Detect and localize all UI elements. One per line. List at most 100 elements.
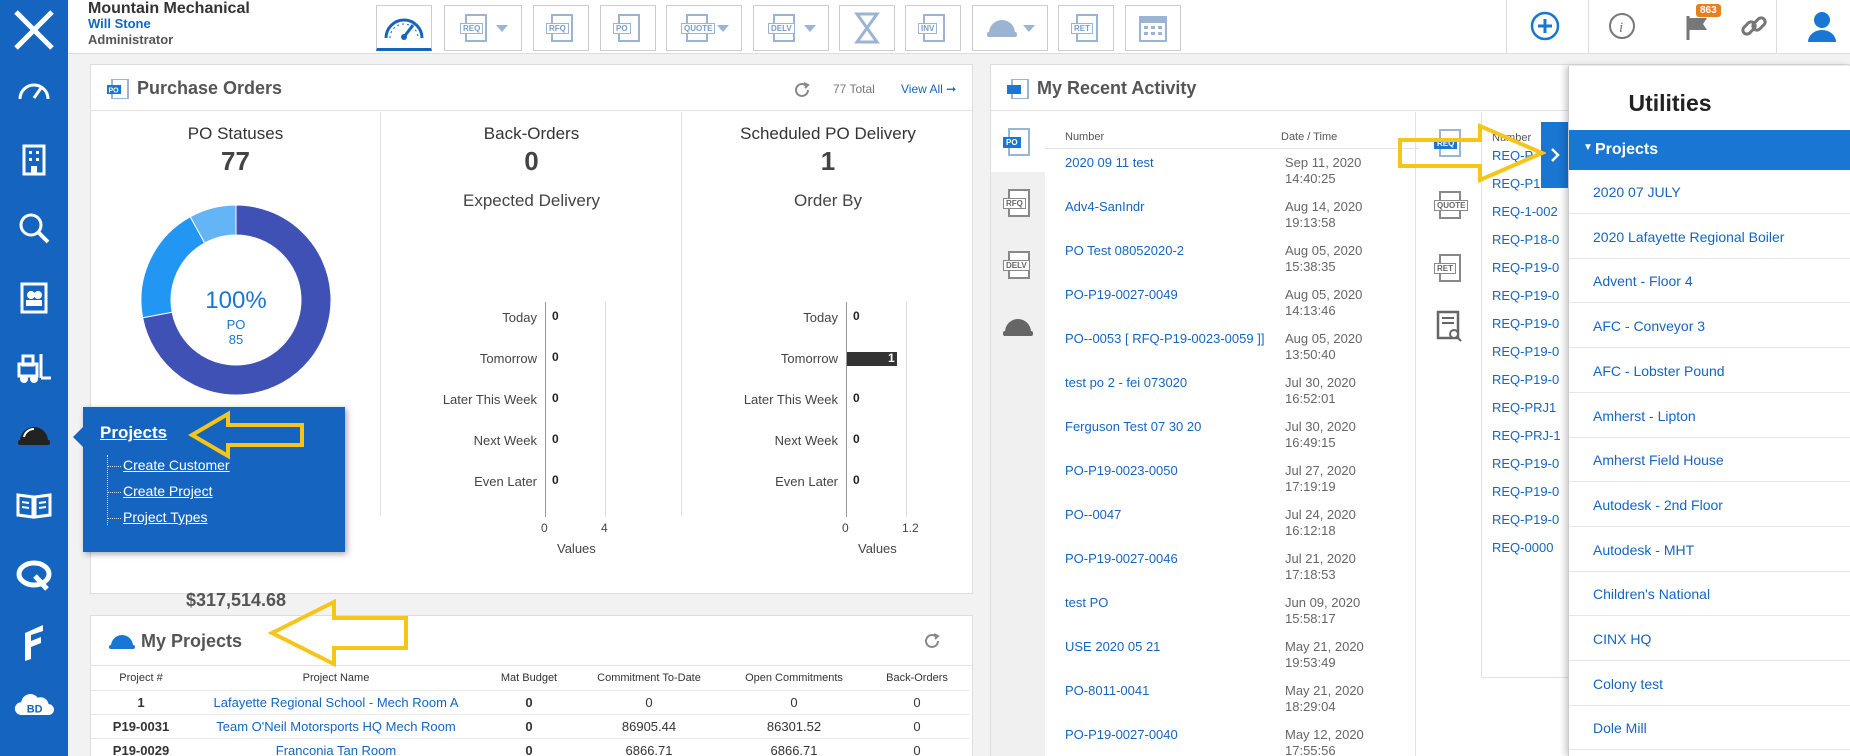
delv-button[interactable]: DELV: [753, 5, 829, 51]
tab-ret[interactable]: RET: [1427, 245, 1471, 291]
popup-projects-link[interactable]: Projects: [100, 423, 167, 443]
utilities-project-item[interactable]: Children's National: [1569, 572, 1850, 617]
info-button[interactable]: i: [1600, 4, 1644, 48]
link-icon: [1741, 16, 1767, 36]
table-row[interactable]: P19-0029 Franconia Tan Room 0 6866.71 68…: [91, 738, 969, 756]
refresh-icon[interactable]: [793, 81, 811, 104]
req-number-link[interactable]: REQ-P19-0: [1492, 316, 1559, 331]
req-number-link[interactable]: REQ-PRJ-1: [1492, 428, 1561, 443]
activity-number-link[interactable]: 2020 09 11 test: [1065, 155, 1265, 171]
utilities-project-item[interactable]: Amherst - Lipton: [1569, 394, 1850, 438]
user-avatar-button[interactable]: [1800, 4, 1844, 48]
projects-button[interactable]: [972, 5, 1048, 51]
activity-time: 17:19:19: [1285, 479, 1336, 494]
activity-number-link[interactable]: PO-8011-0041: [1065, 683, 1265, 699]
dashboard-icon[interactable]: [14, 70, 54, 110]
bar-category-label: Tomorrow: [780, 351, 838, 366]
utilities-project-item[interactable]: AFC - Lobster Pound: [1569, 349, 1850, 393]
contacts-icon[interactable]: [14, 278, 54, 318]
utilities-project-item[interactable]: Advent - Floor 4: [1569, 259, 1850, 304]
activity-date: Sep 11, 2020: [1285, 155, 1362, 170]
activity-number-link[interactable]: Adv4-SanIndr: [1065, 199, 1265, 215]
req-number-link[interactable]: REQ-P19-0: [1492, 372, 1559, 387]
back-orders-count: 0: [524, 146, 539, 176]
projects-section-header[interactable]: ▼ Projects: [1569, 130, 1850, 170]
tab-rfq[interactable]: RFQ: [991, 172, 1045, 234]
inv-button[interactable]: INV: [905, 5, 961, 51]
chevron-down-icon[interactable]: [496, 24, 508, 32]
tab-projects[interactable]: [991, 296, 1045, 358]
activity-number-link[interactable]: PO--0053 [ RFQ-P19-0023-0059 ]]: [1065, 331, 1265, 347]
activity-number-link[interactable]: Ferguson Test 07 30 20: [1065, 419, 1265, 435]
req-number-link[interactable]: REQ-P19-0: [1492, 344, 1559, 359]
activity-number-link[interactable]: PO--0047: [1065, 507, 1265, 523]
utilities-project-item[interactable]: 2020 Lafayette Regional Boiler: [1569, 215, 1850, 259]
table-row[interactable]: P19-0031 Team O'Neil Motorsports HQ Mech…: [91, 714, 969, 738]
utilities-project-item[interactable]: Autodesk - 2nd Floor: [1569, 483, 1850, 527]
chevron-down-icon[interactable]: [717, 24, 729, 32]
refresh-icon[interactable]: [923, 632, 941, 655]
utilities-project-item[interactable]: Amherst Field House: [1569, 438, 1850, 483]
user-role: Administrator: [88, 32, 174, 47]
hourglass-button[interactable]: [839, 5, 895, 51]
activity-number-link[interactable]: PO-P19-0027-0040: [1065, 727, 1265, 743]
book-icon[interactable]: [14, 485, 54, 525]
activity-number-link[interactable]: test po 2 - fei 073020: [1065, 375, 1265, 391]
req-number-link[interactable]: REQ-P19-0: [1492, 456, 1559, 471]
activity-time: 16:49:15: [1285, 435, 1336, 450]
table-row[interactable]: 1 Lafayette Regional School - Mech Room …: [91, 690, 969, 714]
chevron-down-icon[interactable]: [804, 24, 816, 32]
req-number-link[interactable]: REQ-PRJ1: [1492, 400, 1556, 415]
link-button[interactable]: [1732, 4, 1776, 48]
add-button[interactable]: [1523, 4, 1567, 48]
tab-quote[interactable]: QUOTE: [1427, 182, 1471, 228]
tab-delv[interactable]: DELV: [991, 234, 1045, 296]
req-number-link[interactable]: REQ-P19-0: [1492, 512, 1559, 527]
req-number-link[interactable]: REQ-P19-0: [1492, 288, 1559, 303]
activity-number-link[interactable]: PO-P19-0023-0050: [1065, 463, 1265, 479]
search-icon[interactable]: [14, 208, 54, 248]
chevron-down-icon[interactable]: [1023, 24, 1035, 32]
create-project-link[interactable]: Create Project: [123, 483, 212, 499]
req-number-link[interactable]: REQ-1-002: [1492, 204, 1558, 219]
po-button[interactable]: PO: [600, 5, 656, 51]
user-name[interactable]: Will Stone: [88, 16, 151, 31]
po-icon: PO: [611, 12, 645, 44]
tab-po[interactable]: PO: [991, 112, 1045, 172]
quote-button[interactable]: QUOTE: [666, 5, 742, 51]
building-icon[interactable]: [14, 140, 54, 180]
activity-number-link[interactable]: USE 2020 05 21: [1065, 639, 1265, 655]
view-all-link[interactable]: View All ➞: [901, 82, 956, 96]
req-number-link[interactable]: REQ-P19-0: [1492, 484, 1559, 499]
utilities-project-item[interactable]: Colony test: [1569, 662, 1850, 706]
hardhat-icon[interactable]: [14, 415, 54, 455]
search-doc-icon[interactable]: [1435, 310, 1463, 349]
project-types-link[interactable]: Project Types: [123, 509, 208, 525]
col-header: Back-Orders: [886, 672, 948, 684]
utilities-project-item[interactable]: 2020 07 JULY: [1569, 170, 1850, 214]
req-button[interactable]: REQ: [444, 5, 522, 51]
bar-category-label: Even Later: [775, 474, 838, 489]
rfq-button[interactable]: RFQ: [533, 5, 589, 51]
activity-number-link[interactable]: test PO: [1065, 595, 1265, 611]
activity-number-link[interactable]: PO Test 08052020-2: [1065, 243, 1265, 259]
calendar-button[interactable]: [1125, 5, 1181, 51]
req-number-link[interactable]: REQ-0000: [1492, 540, 1553, 555]
utilities-project-item[interactable]: CINX HQ: [1569, 617, 1850, 661]
f-logo-icon[interactable]: [14, 622, 54, 662]
activity-number-link[interactable]: PO-P19-0027-0046: [1065, 551, 1265, 567]
activity-number-link[interactable]: PO-P19-0027-0049: [1065, 287, 1265, 303]
req-number-link[interactable]: REQ-P18-0: [1492, 232, 1559, 247]
notifications-button[interactable]: 863: [1676, 4, 1721, 48]
utilities-project-item[interactable]: AFC - Conveyor 3: [1569, 304, 1850, 349]
utilities-project-item[interactable]: Dole Mill: [1569, 706, 1850, 751]
app-logo[interactable]: [8, 6, 60, 54]
forklift-icon[interactable]: [14, 348, 54, 388]
utilities-project-item[interactable]: Autodesk - MHT: [1569, 528, 1850, 572]
cloud-bd-icon[interactable]: BD: [14, 685, 54, 725]
req-number-link[interactable]: REQ-P19-0: [1492, 260, 1559, 275]
q-logo-icon[interactable]: [14, 555, 54, 595]
delv-icon: DELV: [766, 12, 800, 44]
dashboard-tab[interactable]: [376, 5, 432, 51]
ret-button[interactable]: RET: [1058, 5, 1114, 51]
